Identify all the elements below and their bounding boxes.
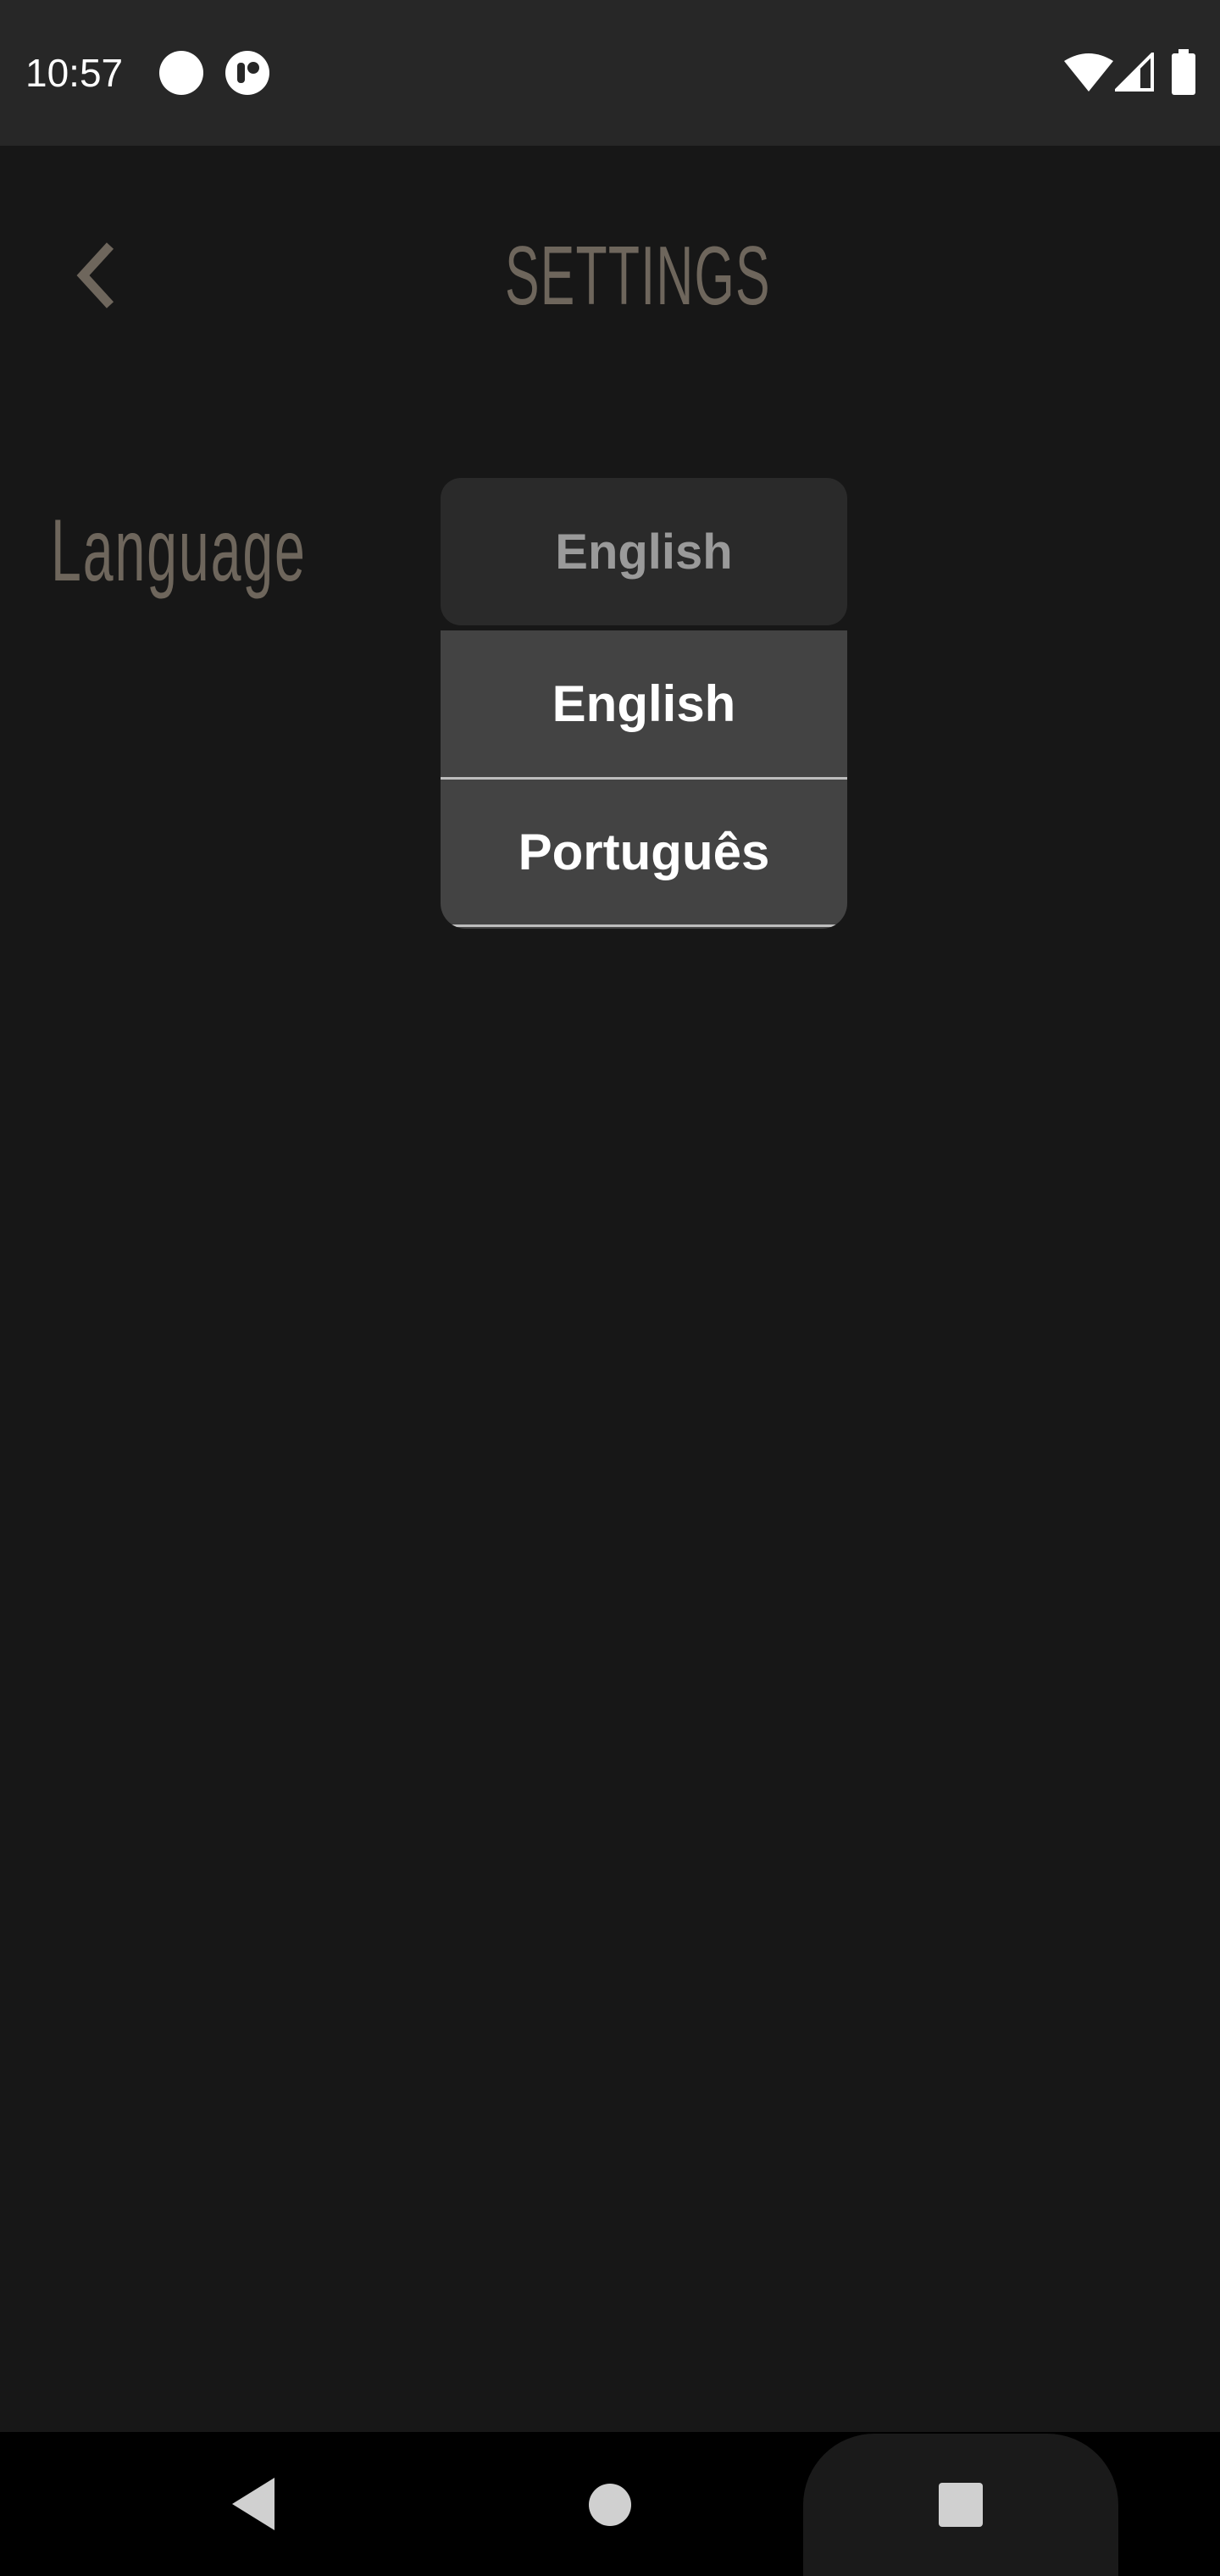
language-dropdown: English Português bbox=[441, 630, 847, 929]
home-circle-icon[interactable] bbox=[586, 2481, 634, 2529]
language-select-value: English bbox=[555, 524, 733, 580]
dropdown-option-label: English bbox=[552, 675, 736, 732]
back-chevron-icon[interactable] bbox=[59, 237, 136, 314]
wifi-icon bbox=[1064, 53, 1113, 92]
dropdown-option-english[interactable]: English bbox=[441, 630, 847, 780]
recents-square-icon[interactable] bbox=[937, 2481, 984, 2529]
page-title: SETTINGS bbox=[505, 229, 771, 322]
status-bar: 10:57 bbox=[0, 0, 1220, 146]
back-triangle-icon[interactable] bbox=[229, 2474, 280, 2534]
dropdown-option-portugues[interactable]: Português bbox=[441, 780, 847, 927]
language-select[interactable]: English bbox=[441, 478, 847, 625]
cell-signal-icon bbox=[1115, 53, 1154, 92]
dropdown-option-label: Português bbox=[518, 824, 770, 880]
status-time: 10:57 bbox=[25, 51, 124, 95]
app-notification-icon bbox=[225, 51, 269, 95]
circle-notification-icon bbox=[159, 51, 203, 95]
language-label: Language bbox=[51, 502, 307, 600]
battery-icon bbox=[1172, 49, 1195, 95]
